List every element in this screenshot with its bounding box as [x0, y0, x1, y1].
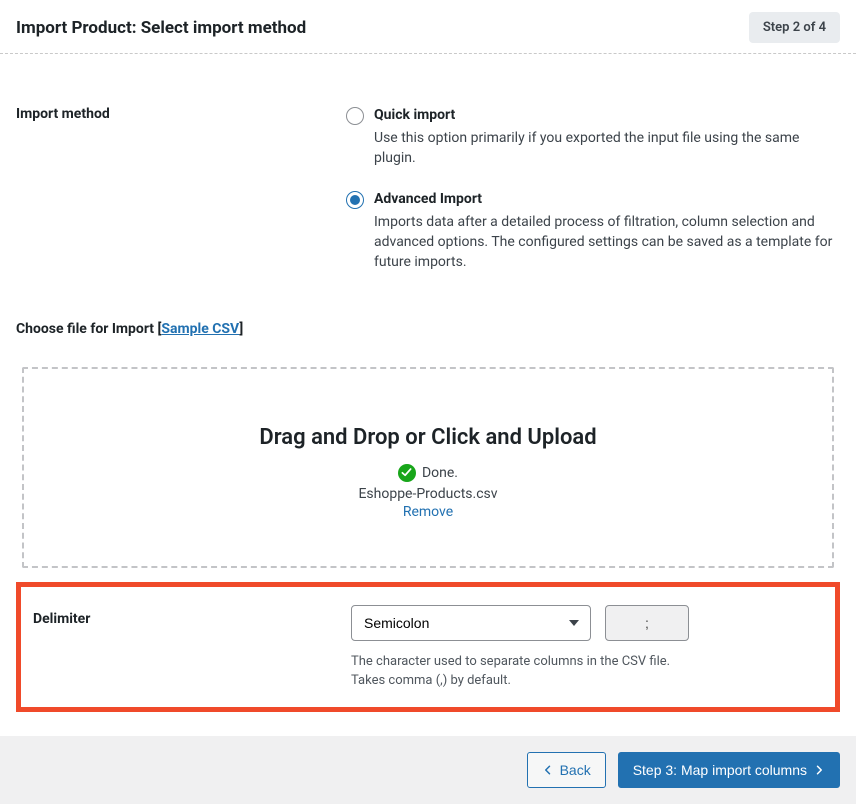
option-title: Quick import — [374, 106, 840, 126]
wizard-header: Import Product: Select import method Ste… — [0, 0, 856, 53]
option-desc: Use this option primarily if you exporte… — [374, 128, 840, 169]
import-method-row: Import method Quick import Use this opti… — [16, 106, 840, 273]
option-advanced-import[interactable]: Advanced Import Imports data after a det… — [346, 190, 840, 272]
file-label: Choose file for Import [Sample CSV] — [16, 321, 840, 337]
check-icon — [398, 464, 416, 482]
option-quick-import[interactable]: Quick import Use this option primarily i… — [346, 106, 840, 168]
uploaded-filename: Eshoppe-Products.csv — [44, 486, 812, 502]
chevron-left-icon — [542, 764, 554, 776]
radio-advanced-import[interactable] — [346, 191, 364, 209]
chevron-right-icon — [813, 764, 825, 776]
step-badge: Step 2 of 4 — [749, 12, 840, 43]
delimiter-select-wrap: Semicolon — [351, 605, 591, 641]
dropzone-title: Drag and Drop or Click and Upload — [44, 425, 812, 450]
sample-csv-link[interactable]: Sample CSV — [161, 321, 239, 337]
option-title: Advanced Import — [374, 190, 840, 210]
back-button[interactable]: Back — [527, 752, 606, 788]
delimiter-help: The character used to separate columns i… — [351, 653, 823, 691]
delimiter-select[interactable]: Semicolon — [351, 605, 591, 641]
option-desc: Imports data after a detailed process of… — [374, 212, 840, 273]
remove-file-link[interactable]: Remove — [403, 504, 453, 520]
page-title: Import Product: Select import method — [16, 18, 306, 38]
delimiter-label: Delimiter — [33, 605, 351, 627]
next-button[interactable]: Step 3: Map import columns — [618, 752, 840, 788]
upload-status: Done. — [398, 464, 458, 482]
delimiter-highlight: Delimiter Semicolon The character used t… — [16, 582, 840, 712]
radio-quick-import[interactable] — [346, 107, 364, 125]
import-method-label: Import method — [16, 106, 346, 122]
file-dropzone[interactable]: Drag and Drop or Click and Upload Done. … — [22, 367, 834, 569]
import-method-options: Quick import Use this option primarily i… — [346, 106, 840, 273]
delimiter-value-input[interactable] — [605, 605, 689, 641]
wizard-footer: Back Step 3: Map import columns — [0, 736, 856, 804]
